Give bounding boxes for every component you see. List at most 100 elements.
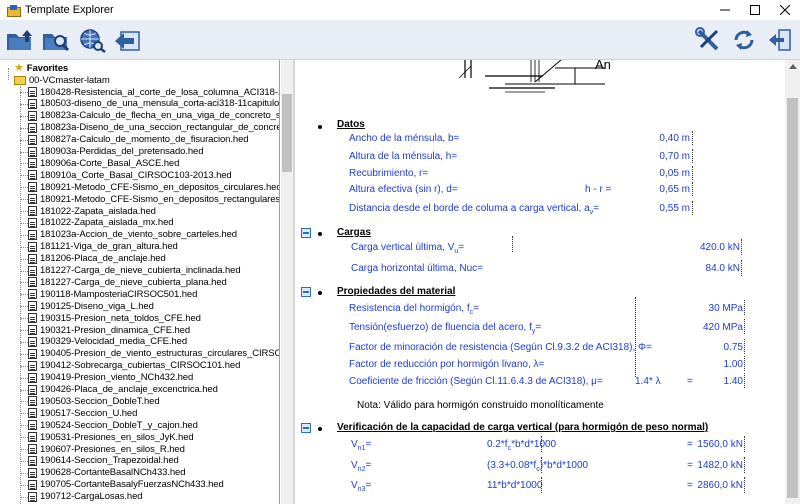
document-icon xyxy=(28,253,37,264)
document-icon xyxy=(28,98,37,109)
document-icon xyxy=(28,170,37,181)
dotted-separator xyxy=(744,356,746,371)
document-icon xyxy=(28,289,37,300)
back-button[interactable] xyxy=(112,26,144,54)
dotted-separator xyxy=(541,436,543,452)
minimize-button[interactable] xyxy=(710,0,740,20)
section-title-cargas: Cargas xyxy=(337,227,371,238)
tree-file-item[interactable]: 190405-Presion_de_viento_estructuras_cir… xyxy=(28,348,279,360)
tree-file-item[interactable]: 190503-Seccion_DobleT.hed xyxy=(28,395,160,407)
document-scrollbar-thumb[interactable] xyxy=(787,98,798,498)
close-button[interactable] xyxy=(770,0,800,20)
tree-file-item[interactable]: 180823a-Diseno_de_una_seccion_rectangula… xyxy=(28,122,279,134)
document-icon xyxy=(28,384,37,395)
refresh-button[interactable] xyxy=(728,26,760,54)
section-collapse-toggle[interactable] xyxy=(301,423,311,433)
exit-button[interactable] xyxy=(764,26,796,54)
tree-file-label: 181022-Zapata_aislada.hed xyxy=(40,205,156,217)
tree-file-item[interactable]: 180428-Resistencia_al_corte_de_losa_colu… xyxy=(28,86,279,98)
tree-file-item[interactable]: 190118-MamposteriaCIRSOC501.hed xyxy=(28,288,197,300)
tree-file-item[interactable]: 181227-Carga_de_nieve_cubierta_inclinada… xyxy=(28,265,241,277)
tree-file-item[interactable]: 190125-Diseno_viga_L.hed xyxy=(28,300,154,312)
tree-guide xyxy=(20,472,28,474)
propiedades-label: Factor de minoración de resistencia (Seg… xyxy=(349,342,652,353)
tree-file-item[interactable]: 180823a-Calculo_de_flecha_en_una_viga_de… xyxy=(28,110,279,122)
tree-file-item[interactable]: 181022-Zapata_aislada_mx.hed xyxy=(28,217,174,229)
datos-value: 0,70 m xyxy=(659,151,690,162)
tree-file-item[interactable]: 190329-Velocidad_media_CFE.hed xyxy=(28,336,187,348)
tree-root-folder[interactable]: 00-VCmaster-latam xyxy=(14,74,110,86)
datos-value: 0,40 m xyxy=(659,133,690,144)
verificacion-label: Vn3= xyxy=(351,480,372,493)
tree-guide xyxy=(20,175,28,177)
tools-button[interactable] xyxy=(692,26,724,54)
tree-scrollbar-thumb[interactable] xyxy=(282,94,292,172)
dotted-separator xyxy=(744,436,746,452)
tree-guide xyxy=(20,318,28,320)
tree-file-label: 180921-Metodo_CFE-Sismo_en_depositos_rec… xyxy=(40,193,280,205)
tree-file-item[interactable]: 190531-Presiones_en_silos_JyK.hed xyxy=(28,431,194,443)
verificacion-expression: 0.2*fc*b*d*1000 xyxy=(487,439,557,452)
tree-file-item[interactable]: 180921-Metodo_CFE-Sismo_en_depositos_rec… xyxy=(28,193,280,205)
tree-file-item[interactable]: 190705-CortanteBasalyFuerzasNCh433.hed xyxy=(28,479,224,491)
tree-file-item[interactable]: 180503-diseno_de_una_mensula_corta-aci31… xyxy=(28,98,279,110)
tree-file-item[interactable]: 190419-Presion_viento_NCh432.hed xyxy=(28,372,193,384)
section-title-verificacion: Verificación de la capacidad de carga ve… xyxy=(337,422,709,433)
dotted-separator xyxy=(541,477,543,493)
tree-file-item[interactable]: 190524-Seccion_DobleT_y_cajon.hed xyxy=(28,419,198,431)
tree-file-item[interactable]: 181022-Zapata_aislada.hed xyxy=(28,205,156,217)
tree-file-item[interactable]: 190712-CargaLosas.hed xyxy=(28,491,143,503)
tree-file-item[interactable]: 190628-CortanteBasalNCh433.hed xyxy=(28,467,186,479)
tree-file-label: 190705-CortanteBasalyFuerzasNCh433.hed xyxy=(40,479,224,491)
document-icon xyxy=(28,277,37,288)
scroll-up-icon[interactable] xyxy=(789,64,797,69)
tree-file-item[interactable]: 190315-Presion_neta_toldos_CFE.hed xyxy=(28,312,201,324)
tree-file-item[interactable]: 180910a_Corte_Basal_CIRSOC103-2013.hed xyxy=(28,169,232,181)
tree-guide xyxy=(20,127,28,129)
folder-up-button[interactable] xyxy=(4,26,36,54)
datos-label: Recubrimiento, r= xyxy=(349,168,429,179)
tree-file-item[interactable]: 180906a-Corte_Basal_ASCE.hed xyxy=(28,157,179,169)
folder-search-button[interactable] xyxy=(40,26,72,54)
propiedades-value: 30 MPa xyxy=(708,303,743,314)
tree-guide xyxy=(20,449,28,450)
globe-search-button[interactable] xyxy=(76,26,108,54)
verificacion-value: 1560,0 kN xyxy=(697,439,743,450)
section-collapse-toggle[interactable] xyxy=(301,287,311,297)
tree-file-label: 190321-Presion_dinamica_CFE.hed xyxy=(40,324,191,336)
tree-file-item[interactable]: 180827a-Calculo_de_momento_de_fisuracion… xyxy=(28,134,249,146)
document-icon xyxy=(28,467,37,478)
document-icon xyxy=(28,336,37,347)
tree-file-item[interactable]: 180903a-Perdidas_del_pretensado.hed xyxy=(28,146,204,158)
document-icon xyxy=(28,158,37,169)
tree-favorites[interactable]: ★ Favorites xyxy=(14,62,68,74)
template-tree: ★ Favorites 00-VCmaster-latam 180428-Res… xyxy=(0,60,280,504)
tree-file-item[interactable]: 181206-Placa_de_anclaje.hed xyxy=(28,253,166,265)
tree-file-item[interactable]: 190321-Presion_dinamica_CFE.hed xyxy=(28,324,190,336)
tree-guide xyxy=(20,246,28,248)
document-icon xyxy=(28,301,37,312)
tree-file-item[interactable]: 190412-Sobrecarga_cubiertas_CIRSOC101.he… xyxy=(28,360,240,372)
section-bullet xyxy=(318,291,322,295)
tree-file-item[interactable]: 190426-Placa_de_anclaje_excenctrica.hed xyxy=(28,384,218,396)
tree-file-label: 180428-Resistencia_al_corte_de_losa_colu… xyxy=(40,86,279,98)
tree-file-label: 190524-Seccion_DobleT_y_cajon.hed xyxy=(40,419,198,431)
section-collapse-toggle[interactable] xyxy=(301,228,311,238)
tree-file-item[interactable]: 190517-Seccion_U.hed xyxy=(28,407,137,419)
close-icon xyxy=(780,5,790,15)
document-scrollbar[interactable] xyxy=(785,60,800,504)
propiedades-label: Resistencia del hormigón, fc= xyxy=(349,303,479,316)
tree-guide xyxy=(20,425,28,427)
tree-file-item[interactable]: 180921-Metodo_CFE-Sismo_en_depositos_cir… xyxy=(28,181,279,193)
tree-scrollbar[interactable] xyxy=(281,60,293,504)
tree-file-label: 181206-Placa_de_anclaje.hed xyxy=(40,253,166,265)
maximize-button[interactable] xyxy=(740,0,770,20)
dotted-separator xyxy=(635,297,637,377)
tree-file-item[interactable]: 190614-Seccion_Trapezoidal.hed xyxy=(28,455,179,467)
tree-file-item[interactable]: 190607-Presiones_en_silos_R.hed xyxy=(28,443,185,455)
verificacion-expression: 11*b*d*1000 xyxy=(487,480,543,491)
tree-file-item[interactable]: 181023a-Accion_de_viento_sobre_carteles.… xyxy=(28,229,237,241)
tree-file-item[interactable]: 181227-Carga_de_nieve_cubierta_plana.hed xyxy=(28,276,227,288)
tree-file-item[interactable]: 181121-Viga_de_gran_altura.hed xyxy=(28,241,178,253)
tree-file-label: 180823a-Calculo_de_flecha_en_una_viga_de… xyxy=(40,110,279,122)
